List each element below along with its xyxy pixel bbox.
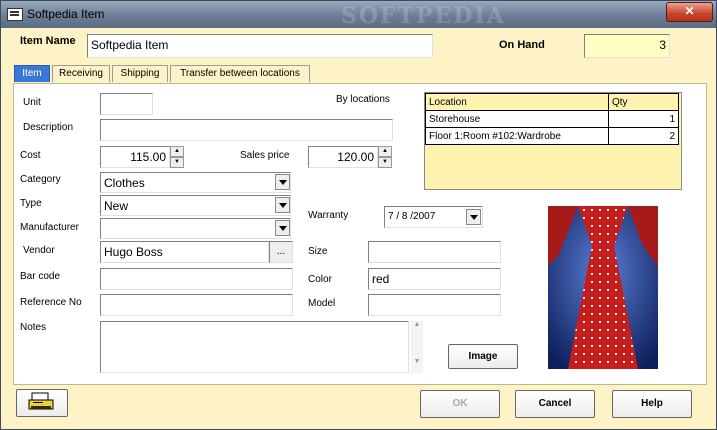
cancel-button[interactable]: Cancel (515, 390, 595, 418)
manufacturer-label: Manufacturer (20, 222, 79, 233)
vendor-label: Vendor (23, 245, 55, 256)
description-label: Description (23, 122, 74, 133)
table-row[interactable]: Floor 1:Room #102:Wardrobe 2 (425, 127, 679, 145)
table-row[interactable]: Storehouse 1 (425, 110, 679, 128)
spin-up-icon[interactable]: ▲ (170, 146, 184, 157)
model-field[interactable] (368, 294, 501, 316)
warranty-label: Warranty (308, 210, 349, 221)
on-hand-field: 3 (584, 34, 670, 58)
scroll-down-icon[interactable]: ▼ (411, 358, 423, 365)
item-name-field[interactable]: Softpedia Item (87, 34, 433, 58)
chevron-down-icon[interactable] (275, 220, 290, 236)
spin-up-icon[interactable]: ▲ (378, 146, 392, 157)
main-panel: Item Name Softpedia Item On Hand 3 Item … (7, 29, 711, 422)
category-label: Category (20, 174, 61, 185)
notes-scrollbar[interactable]: ▲ ▼ (411, 321, 423, 373)
window-title: Softpedia Item (27, 7, 105, 21)
location-cell: Storehouse (425, 110, 609, 128)
spin-down-icon[interactable]: ▼ (378, 157, 392, 168)
cost-field[interactable]: 115.00 (100, 146, 170, 168)
tab-receiving[interactable]: Receiving (52, 65, 110, 82)
image-button[interactable]: Image (448, 344, 518, 369)
spin-down-icon[interactable]: ▼ (170, 157, 184, 168)
type-select[interactable]: New (100, 195, 291, 216)
chevron-down-icon[interactable] (275, 197, 290, 213)
by-locations-label: By locations (336, 94, 390, 105)
size-label: Size (308, 246, 328, 257)
color-label: Color (308, 274, 332, 285)
manufacturer-select[interactable] (100, 218, 291, 239)
on-hand-label: On Hand (499, 39, 545, 51)
app-icon (7, 8, 23, 21)
reference-no-field[interactable] (100, 294, 293, 316)
printer-icon (28, 392, 54, 410)
barcode-label: Bar code (20, 271, 61, 282)
ok-button[interactable]: OK (420, 390, 500, 418)
unit-field[interactable] (100, 93, 153, 115)
cost-stepper[interactable]: ▲ ▼ (170, 146, 184, 168)
tie-image (548, 206, 658, 369)
category-select[interactable]: Clothes (100, 172, 291, 193)
sales-price-field[interactable]: 120.00 (308, 146, 378, 168)
column-header-qty: Qty (608, 93, 679, 111)
table-header-row: Location Qty (425, 93, 679, 111)
title-bar: Softpedia Item SOFTPEDIA ✕ (1, 1, 716, 29)
scroll-up-icon[interactable]: ▲ (411, 321, 423, 328)
vendor-browse-button[interactable]: ... (269, 241, 293, 263)
size-field[interactable] (368, 241, 501, 263)
tab-item[interactable]: Item (14, 65, 50, 82)
notes-field[interactable] (100, 321, 409, 373)
model-label: Model (308, 298, 336, 309)
notes-label: Notes (20, 322, 47, 333)
help-button[interactable]: Help (612, 390, 692, 418)
watermark: SOFTPEDIA (341, 3, 506, 29)
color-field[interactable]: red (368, 268, 501, 290)
qty-cell: 2 (608, 127, 679, 145)
reference-no-label: Reference No (20, 297, 82, 308)
column-header-location: Location (425, 93, 609, 111)
chevron-down-icon[interactable] (275, 174, 290, 190)
tab-shipping[interactable]: Shipping (112, 65, 168, 82)
vendor-field[interactable]: Hugo Boss (100, 241, 269, 263)
locations-table: Location Qty Storehouse 1 Floor 1:Room #… (425, 93, 679, 145)
close-button[interactable]: ✕ (666, 2, 713, 22)
tab-transfer[interactable]: Transfer between locations (170, 65, 310, 82)
cost-label: Cost (20, 150, 41, 161)
print-button[interactable] (16, 389, 68, 417)
item-image (548, 206, 658, 369)
qty-cell: 1 (608, 110, 679, 128)
chevron-down-icon[interactable] (466, 209, 481, 225)
unit-label: Unit (23, 97, 41, 108)
description-field[interactable] (100, 119, 393, 141)
barcode-field[interactable] (100, 268, 293, 290)
location-cell: Floor 1:Room #102:Wardrobe (425, 127, 609, 145)
sales-price-stepper[interactable]: ▲ ▼ (378, 146, 392, 168)
type-label: Type (20, 198, 42, 209)
item-window: Softpedia Item SOFTPEDIA ✕ Item Name Sof… (0, 0, 717, 430)
sales-price-label: Sales price (240, 150, 290, 161)
item-name-label: Item Name (20, 35, 76, 47)
